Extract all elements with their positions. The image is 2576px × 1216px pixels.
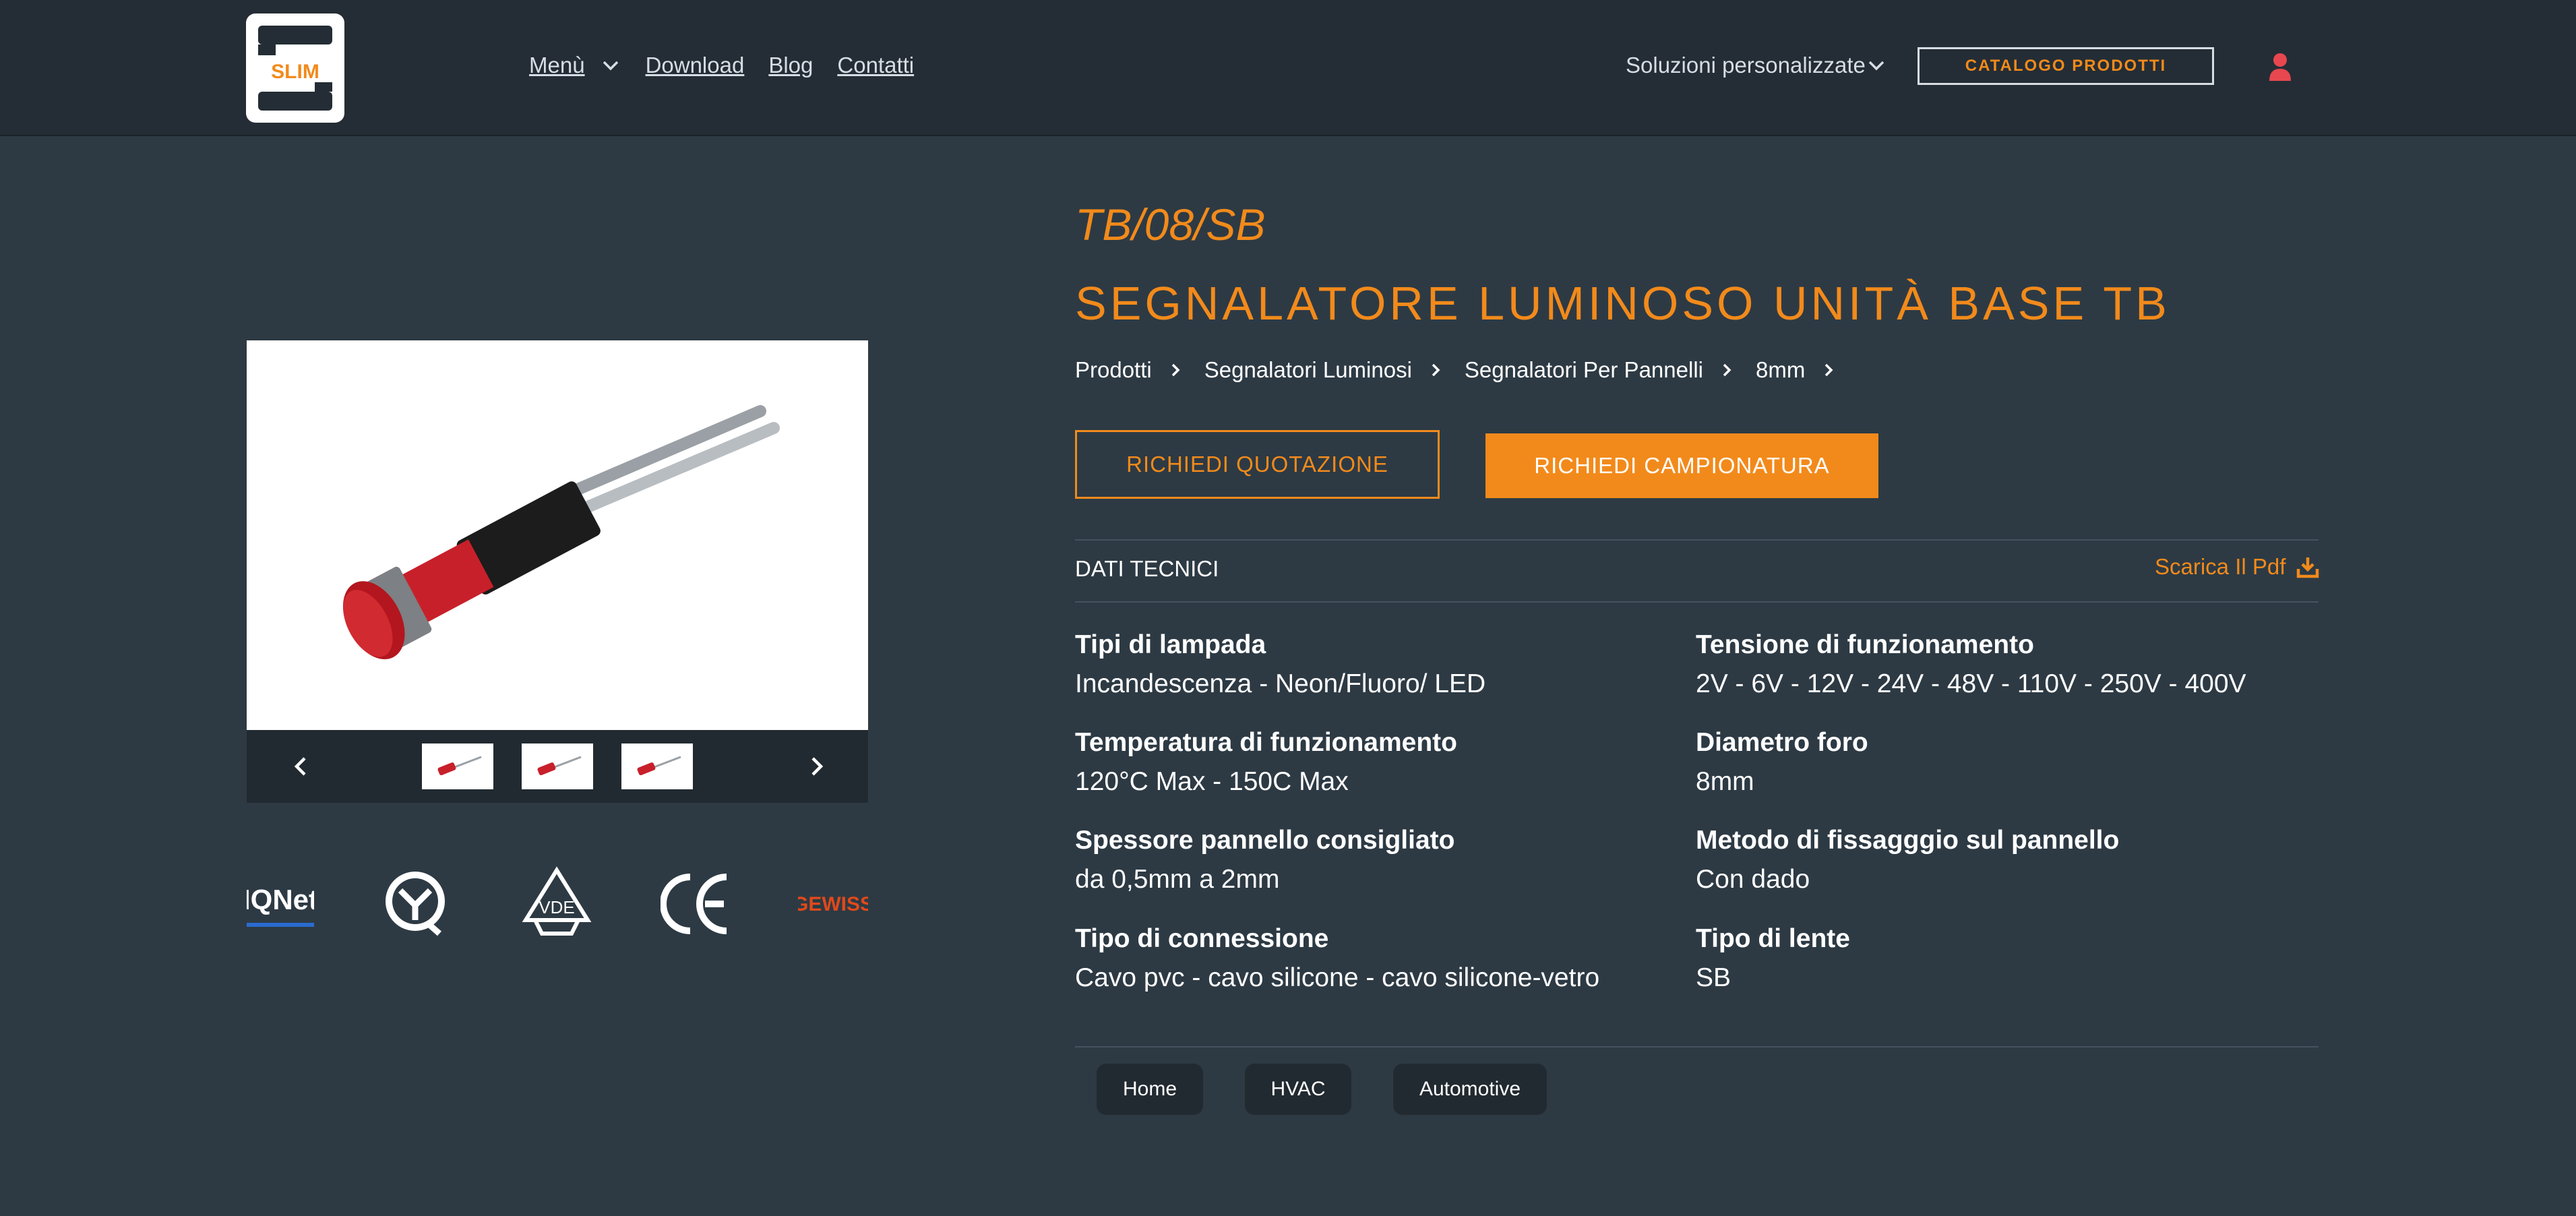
spec-voltage: Tensione di funzionamento 2V - 6V - 12V … [1696,630,2246,699]
spec-hole-diameter: Diametro foro 8mm [1696,728,1868,797]
vde-logo: VDE [522,866,592,936]
breadcrumb-segnalatori-per-pannelli[interactable]: Segnalatori Per Pannelli [1465,357,1703,383]
spec-key: Diametro foro [1696,728,1868,757]
thumbnail-image [537,756,582,776]
spec-value: 8mm [1696,767,1754,796]
spec-key: Tipo di lente [1696,924,1850,953]
chevron-left-icon[interactable] [286,750,318,783]
spec-key: Spessore pannello consigliato [1075,826,1455,855]
spec-value: Cavo pvc - cavo silicone - cavo silicone… [1075,963,1600,992]
request-sample-button[interactable]: RICHIEDI CAMPIONATURA [1485,433,1878,498]
chevron-right-icon[interactable] [799,750,832,783]
ce-logo [661,874,727,934]
gallery-thumbnail-2[interactable] [522,743,593,789]
iqnet-logo-text: IQNet [247,884,314,915]
spec-key: Metodo di fissagggio sul pannello [1696,826,2120,855]
gallery-thumbnail-3[interactable] [621,743,693,789]
spec-value: Incandescenza - Neon/Fluoro/ LED [1075,669,1486,698]
solutions-dropdown[interactable]: Soluzioni personalizzate [1626,53,1887,78]
nav-contatti[interactable]: Contatti [837,53,914,78]
tag-automotive[interactable]: Automotive [1393,1064,1547,1115]
certification-logos: IQNet VDE GEWISS [247,866,868,940]
chevron-right-icon [1825,363,1833,377]
nav-menu[interactable]: Menù [529,53,585,78]
imq-logo [386,872,445,936]
nav-blog[interactable]: Blog [768,53,813,78]
spec-panel-thickness: Spessore pannello consigliato da 0,5mm a… [1075,826,1454,894]
product-main-image[interactable] [247,340,868,730]
spec-lens-type: Tipo di lente SB [1696,924,1850,993]
spec-lamp-types: Tipi di lampada Incandescenza - Neon/Flu… [1075,630,1485,699]
tag-hvac[interactable]: HVAC [1245,1064,1351,1115]
tag-home[interactable]: Home [1097,1064,1203,1115]
spec-value: da 0,5mm a 2mm [1075,865,1280,894]
user-icon[interactable] [2268,53,2292,81]
gewiss-logo-text: GEWISS [798,893,868,915]
breadcrumb-segnalatori-luminosi[interactable]: Segnalatori Luminosi [1204,357,1412,383]
spec-value: Con dado [1696,865,1810,894]
chevron-right-icon [1723,363,1731,377]
chevron-down-icon [1868,61,1884,71]
chevron-right-icon [1171,363,1180,377]
spec-fixing-method: Metodo di fissagggio sul pannello Con da… [1696,826,2119,894]
slim-logo[interactable]: SLIM [246,13,344,123]
spec-temperature: Temperatura di funzionamento 120°C Max -… [1075,728,1457,797]
nav-download[interactable]: Download [646,53,745,78]
section-divider [1075,539,2319,541]
vde-logo-text: VDE [539,897,574,917]
breadcrumb-8mm[interactable]: 8mm [1756,357,1805,383]
gallery-controls [247,730,868,803]
technical-data-heading: DATI TECNICI [1075,556,1219,581]
logo-text: SLIM [271,61,319,83]
iqnet-logo: IQNet [247,884,314,927]
section-divider [1075,1046,2319,1047]
product-title: SEGNALATORE LUMINOSO UNITÀ BASE TB [1075,277,2170,330]
spec-key: Tipi di lampada [1075,630,1266,659]
download-pdf-link[interactable]: Scarica Il Pdf [2155,554,2319,580]
solutions-label: Soluzioni personalizzate [1626,53,1866,78]
spec-value: SB [1696,963,1731,992]
catalog-button[interactable]: CATALOGO PRODOTTI [1918,47,2214,85]
thumbnail-image [437,756,482,776]
download-icon [2297,557,2319,578]
spec-key: Tensione di funzionamento [1696,630,2034,659]
main-nav: Menù Download Blog Contatti [529,53,938,78]
spec-connection-type: Tipo di connessione Cavo pvc - cavo sili… [1075,924,1599,993]
request-quote-button[interactable]: RICHIEDI QUOTAZIONE [1075,430,1440,499]
gewiss-logo: GEWISS [798,893,868,915]
breadcrumb: Prodotti Segnalatori Luminosi Segnalator… [1075,357,1858,383]
section-divider [1075,601,2319,603]
spec-value: 120°C Max - 150C Max [1075,767,1349,796]
gallery-thumbnail-1[interactable] [422,743,493,789]
thumbnail-image [637,756,681,776]
site-header: SLIM Menù Download Blog Contatti Soluzio… [0,0,2576,136]
download-pdf-label: Scarica Il Pdf [2155,554,2286,579]
spec-value: 2V - 6V - 12V - 24V - 48V - 110V - 250V … [1696,669,2246,698]
chevron-right-icon [1432,363,1440,377]
breadcrumb-prodotti[interactable]: Prodotti [1075,357,1152,383]
spec-key: Temperatura di funzionamento [1075,728,1457,757]
product-illustration [342,405,780,659]
product-code: TB/08/SB [1075,200,1266,249]
chevron-down-icon[interactable] [600,55,621,76]
spec-key: Tipo di connessione [1075,924,1329,953]
